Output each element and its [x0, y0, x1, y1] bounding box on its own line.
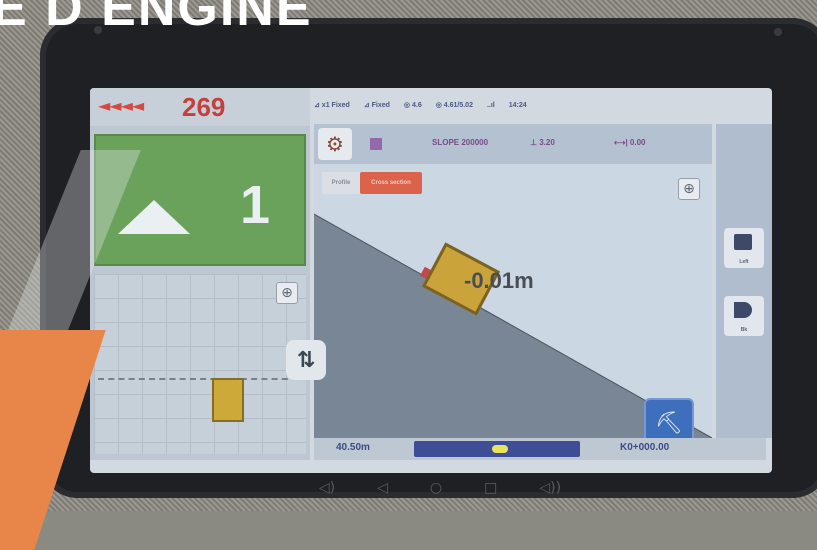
cross-section-view[interactable]: Profile Cross section ⊕ -0.01m ⛏	[314, 164, 712, 438]
home-icon[interactable]: ○	[430, 480, 442, 496]
settings-button[interactable]: ⚙	[318, 128, 352, 160]
station-value: K0+000.00	[620, 442, 670, 453]
chainage-distance: 40.50m	[336, 442, 370, 453]
height-readout: ⊥ 3.20	[530, 138, 555, 147]
toolbar: ⚙ SLOPE 200000 ⊥ 3.20 ⟷| 0.00	[314, 124, 712, 164]
status-bar: ⊿ x1 Fixed ⊿ Fixed ◎ 4.6 ◎ 4.61/5.02 ..ı…	[314, 94, 766, 116]
bezel-screw	[774, 28, 782, 36]
slope-terrain	[314, 213, 712, 438]
cross-section-mode-button[interactable]: Cross section	[360, 172, 422, 194]
center-view-button[interactable]: ⊕	[678, 178, 700, 200]
status-clock: 14:24	[508, 101, 527, 109]
worker-digging-icon: ⛏	[655, 410, 683, 436]
guidance-number: 1	[240, 175, 271, 235]
banner-title: E D ENGINE	[0, 0, 313, 37]
volume-up-icon[interactable]: ◁))	[539, 480, 561, 496]
swap-arrows-icon: ⇅	[296, 347, 316, 373]
status-item-satellites: ◎ 4.61/5.02	[435, 102, 473, 109]
profile-mode-button[interactable]: Profile	[322, 172, 360, 194]
crosshair-icon: ⊕	[683, 181, 695, 197]
bucket-top-view	[212, 378, 244, 422]
volume-down-icon[interactable]: ◁)	[319, 480, 335, 496]
lightbar-dot	[492, 445, 508, 453]
back-icon[interactable]: ◁	[377, 480, 388, 496]
locate-button[interactable]: ⊕	[276, 282, 298, 304]
direction-arrows-icon: ◄◄◄◄	[98, 96, 144, 115]
status-item-accuracy: ◎ 4.6	[403, 102, 422, 109]
left-side-label: Left	[739, 259, 749, 265]
tablet-screen: ◄◄◄◄ 269 1 ⊕ ⇅ ⊿ x1 Fixed ⊿ Fixed ◎ 4.6 …	[90, 88, 772, 473]
status-item-fix: ⊿ Fixed	[363, 102, 390, 109]
bottom-status-bar: 40.50m K0+000.00	[314, 438, 766, 460]
layer-icon[interactable]	[370, 138, 382, 150]
lightbar-indicator	[414, 441, 580, 457]
signal-icon: ..ıl	[486, 101, 495, 109]
back-side-label: Bk	[740, 327, 748, 333]
depth-readout: -0.01m	[464, 268, 534, 293]
status-item-rtk: ⊿ x1 Fixed	[314, 102, 350, 109]
top-view-map[interactable]: ⊕	[94, 274, 306, 454]
gear-icon: ⚙	[326, 132, 344, 156]
left-header: ◄◄◄◄ 269	[90, 88, 310, 126]
crosshair-icon: ⊕	[281, 285, 293, 301]
offset-readout: ⟷| 0.00	[614, 138, 646, 147]
slope-readout: SLOPE 200000	[432, 138, 489, 147]
right-toolbar: Left Bk	[716, 124, 772, 438]
design-line	[98, 378, 298, 380]
excavate-tool-button[interactable]: ⛏	[644, 398, 694, 438]
recent-apps-icon[interactable]: □	[484, 480, 497, 496]
bucket-icon	[734, 234, 752, 250]
back-side-button[interactable]: Bk	[724, 296, 764, 336]
distance-count: 269	[182, 92, 226, 122]
half-circle-icon	[734, 302, 752, 318]
left-side-button[interactable]: Left	[724, 228, 764, 268]
up-triangle-icon	[118, 200, 190, 234]
swap-view-button[interactable]: ⇅	[286, 340, 326, 380]
left-panel: ◄◄◄◄ 269 1 ⊕	[90, 88, 310, 460]
android-nav-bar: ◁) ◁ ○ □ ◁))	[280, 478, 600, 498]
